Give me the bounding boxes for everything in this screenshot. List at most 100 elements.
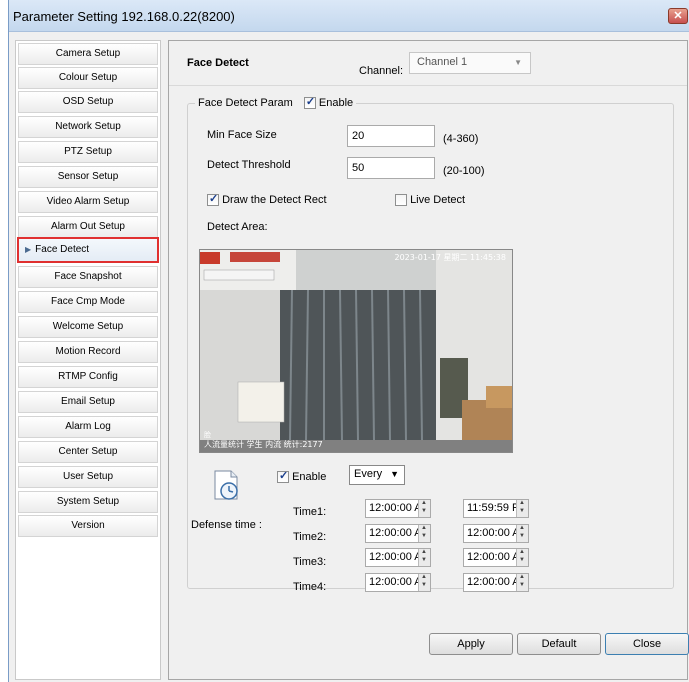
video-timestamp: 2023-01-17 星期二 11:45:38 [394, 253, 506, 262]
sidebar-item-label: Welcome Setup [52, 321, 124, 332]
live-detect-label: Live Detect [410, 194, 466, 206]
schedule-mode-value: Every [354, 468, 383, 480]
sidebar-item-alarm-log[interactable]: Alarm Log [18, 416, 158, 438]
time4-label: Time4: [293, 581, 327, 593]
sidebar-item-face-detect[interactable]: ▶ Face Detect [17, 237, 159, 263]
time4-start-field[interactable]: 12:00:00 A ▲ ▼ [365, 573, 431, 592]
enable-label: Enable [318, 97, 354, 109]
time1-end-value: 11:59:59 F [467, 502, 519, 514]
window-title: Parameter Setting 192.168.0.22(8200) [13, 9, 235, 24]
spin-up-icon: ▲ [421, 574, 427, 580]
schedule-icon [213, 469, 239, 501]
time-spinner[interactable]: ▲ ▼ [516, 549, 528, 566]
sidebar-item-label: Face Detect [35, 244, 90, 255]
time2-end-field[interactable]: 12:00:00 A ▲ ▼ [463, 524, 529, 543]
time3-start-field[interactable]: 12:00:00 A ▲ ▼ [365, 548, 431, 567]
time-spinner[interactable]: ▲ ▼ [516, 574, 528, 591]
sidebar-item-motion-record[interactable]: Motion Record [18, 341, 158, 363]
draw-rect-option[interactable]: Draw the Detect Rect [207, 192, 327, 207]
sidebar-item-network-setup[interactable]: Network Setup [18, 116, 158, 138]
detect-threshold-input[interactable]: 50 [347, 157, 435, 179]
detect-threshold-label: Detect Threshold [207, 159, 291, 171]
draw-rect-checkbox[interactable] [207, 192, 219, 207]
live-detect-checkbox[interactable] [395, 194, 407, 207]
sidebar-item-alarm-out-setup[interactable]: Alarm Out Setup [18, 216, 158, 238]
time1-start-field[interactable]: 12:00:00 A ▲ ▼ [365, 499, 431, 518]
sidebar-item-ptz-setup[interactable]: PTZ Setup [18, 141, 158, 163]
time-spinner[interactable]: ▲ ▼ [418, 500, 430, 517]
sidebar-item-center-setup[interactable]: Center Setup [18, 441, 158, 463]
video-caption: 人流量统计 学生 内流 统计:2177 [204, 440, 323, 449]
sidebar-item-label: RTMP Config [58, 371, 118, 382]
sidebar-item-label: Network Setup [55, 121, 121, 132]
time3-end-value: 12:00:00 A [467, 551, 520, 563]
time-spinner[interactable]: ▲ ▼ [418, 525, 430, 542]
enable-checkbox-wrap[interactable]: Enable [303, 95, 354, 110]
chevron-down-icon: ▼ [514, 58, 522, 67]
channel-label: Channel: [359, 65, 404, 77]
enable-checkbox[interactable] [303, 95, 316, 110]
time-spinner[interactable]: ▲ ▼ [418, 549, 430, 566]
sidebar-item-label: Email Setup [61, 396, 115, 407]
spin-down-icon: ▼ [421, 557, 427, 563]
sidebar-item-camera-setup[interactable]: Camera Setup [18, 43, 158, 65]
time3-end-field[interactable]: 12:00:00 A ▲ ▼ [463, 548, 529, 567]
sidebar-item-label: User Setup [62, 471, 114, 482]
spin-up-icon: ▲ [519, 549, 525, 555]
sidebar-item-label: Colour Setup [58, 72, 118, 83]
sidebar-item-video-alarm-setup[interactable]: Video Alarm Setup [18, 191, 158, 213]
spin-up-icon: ▲ [421, 549, 427, 555]
time2-start-field[interactable]: 12:00:00 A ▲ ▼ [365, 524, 431, 543]
time3-start-value: 12:00:00 A [369, 551, 422, 563]
dropdown-arrow-icon: ▼ [390, 469, 399, 479]
min-face-size-input[interactable]: 20 [347, 125, 435, 147]
min-face-size-label: Min Face Size [207, 129, 277, 141]
camera-frame-image [200, 250, 512, 452]
time-spinner[interactable]: ▲ ▼ [418, 574, 430, 591]
sidebar-item-welcome-setup[interactable]: Welcome Setup [18, 316, 158, 338]
sidebar-item-label: OSD Setup [62, 96, 114, 107]
sidebar-item-colour-setup[interactable]: Colour Setup [18, 67, 158, 89]
sidebar-item-system-setup[interactable]: System Setup [18, 491, 158, 513]
live-detect-option[interactable]: Live Detect [395, 194, 466, 207]
sidebar-item-email-setup[interactable]: Email Setup [18, 391, 158, 413]
face-detect-panel: Face Detect Channel: Channel 1 ▼ Face De… [168, 40, 688, 680]
sidebar-item-user-setup[interactable]: User Setup [18, 466, 158, 488]
detect-threshold-range: (20-100) [443, 165, 485, 177]
sidebar-item-label: Motion Record [55, 346, 121, 357]
sidebar-item-face-snapshot[interactable]: Face Snapshot [18, 266, 158, 288]
apply-button[interactable]: Apply [429, 633, 513, 655]
time4-end-value: 12:00:00 A [467, 576, 520, 588]
sidebar-item-sensor-setup[interactable]: Sensor Setup [18, 166, 158, 188]
channel-select-value: Channel 1 [417, 56, 468, 68]
spin-up-icon: ▲ [519, 574, 525, 580]
sidebar-item-label: Alarm Log [65, 421, 111, 432]
detect-area-video-preview[interactable]: 2023-01-17 星期二 11:45:38 脸 人流量统计 学生 内流 统计… [199, 249, 513, 453]
sidebar-item-label: Face Snapshot [54, 271, 122, 282]
time-spinner[interactable]: ▲ ▼ [516, 525, 528, 542]
time1-end-field[interactable]: 11:59:59 F ▲ ▼ [463, 499, 529, 518]
spin-down-icon: ▼ [421, 508, 427, 514]
schedule-mode-select[interactable]: Every ▼ [349, 465, 405, 485]
defense-enable-option[interactable]: Enable [277, 469, 327, 484]
sidebar-item-osd-setup[interactable]: OSD Setup [18, 91, 158, 113]
defense-enable-checkbox[interactable] [277, 469, 289, 484]
min-face-size-range: (4-360) [443, 133, 479, 145]
time4-end-field[interactable]: 12:00:00 A ▲ ▼ [463, 573, 529, 592]
sidebar-item-rtmp-config[interactable]: RTMP Config [18, 366, 158, 388]
channel-select[interactable]: Channel 1 ▼ [409, 52, 531, 74]
sidebar-item-label: Video Alarm Setup [46, 196, 130, 207]
time1-start-value: 12:00:00 A [369, 502, 422, 514]
defense-enable-label: Enable [292, 471, 327, 483]
sidebar-item-version[interactable]: Version [18, 515, 158, 537]
close-window-button[interactable]: ✕ [668, 8, 688, 24]
close-button[interactable]: Close [605, 633, 689, 655]
time2-end-value: 12:00:00 A [467, 527, 520, 539]
time3-label: Time3: [293, 556, 327, 568]
default-button[interactable]: Default [517, 633, 601, 655]
sidebar-item-label: Center Setup [58, 446, 118, 457]
title-bar[interactable]: Parameter Setting 192.168.0.22(8200) ✕ [9, 0, 689, 32]
spin-down-icon: ▼ [519, 508, 525, 514]
time-spinner[interactable]: ▲ ▼ [516, 500, 528, 517]
sidebar-item-face-cmp-mode[interactable]: Face Cmp Mode [18, 291, 158, 313]
